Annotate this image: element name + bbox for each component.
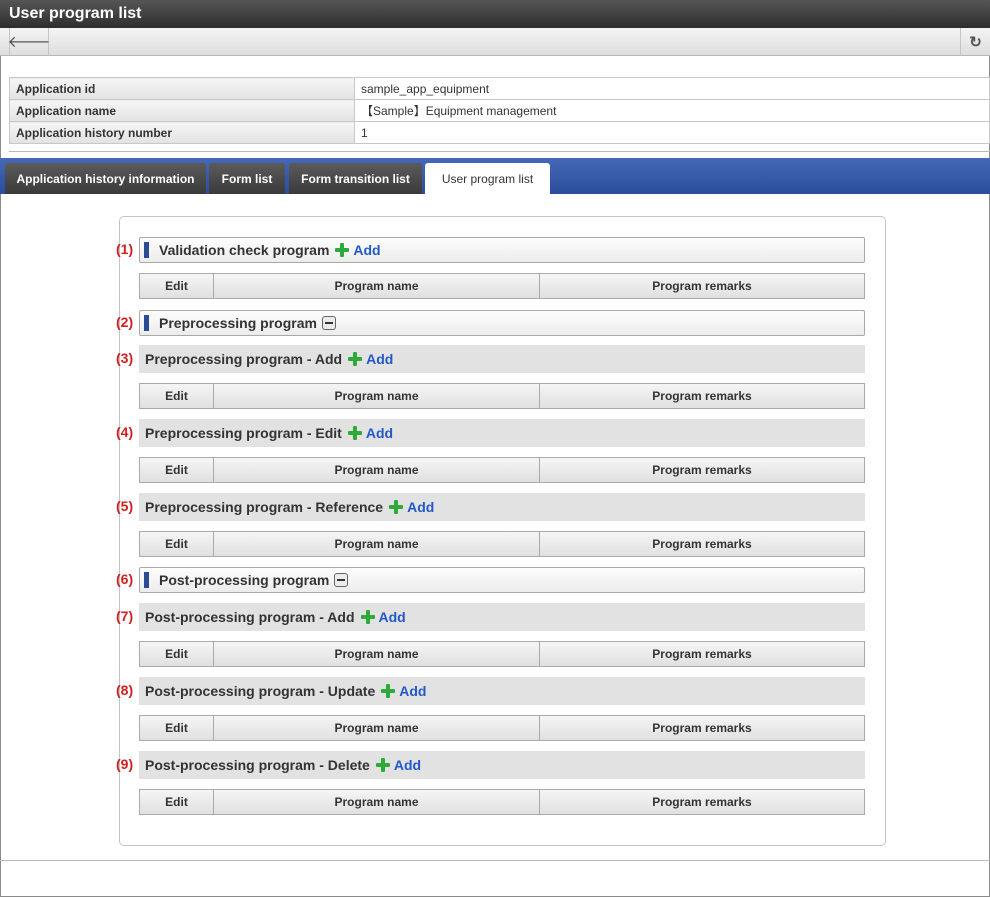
- reload-icon: ↻: [969, 33, 982, 51]
- annotation-number: (7): [116, 608, 134, 624]
- column-edit: Edit: [140, 458, 214, 482]
- section-preprocessing-edit: Preprocessing program - Edit Add: [139, 419, 865, 447]
- column-program-remarks: Program remarks: [652, 721, 752, 735]
- tab-user-program-list[interactable]: User program list: [425, 163, 550, 194]
- section-preprocessing-reference: Preprocessing program - Reference Add: [139, 493, 865, 521]
- info-value: 1: [354, 121, 990, 144]
- plus-icon[interactable]: [389, 500, 404, 514]
- info-value: sample_app_equipment: [354, 77, 990, 100]
- column-program-name: Program name: [214, 642, 540, 666]
- info-label: Application history number: [9, 121, 355, 144]
- annotation-number: (9): [116, 756, 134, 772]
- section-preprocessing-add: Preprocessing program - Add Add: [139, 345, 865, 373]
- add-link[interactable]: Add: [399, 683, 426, 699]
- program-table-header: Edit Program name Program remarks: [139, 789, 865, 815]
- program-table-header: Edit Program name Program remarks: [139, 715, 865, 741]
- plus-icon[interactable]: [335, 243, 350, 257]
- section-preprocessing-program: Preprocessing program: [139, 310, 865, 336]
- column-program-name: Program name: [214, 790, 540, 814]
- column-program-remarks: Program remarks: [652, 279, 752, 293]
- collapse-icon[interactable]: [334, 573, 349, 587]
- annotation-number: (4): [116, 424, 134, 440]
- section-title: Preprocessing program - Reference: [145, 499, 384, 515]
- info-row-application-name: Application name 【Sample】Equipment manag…: [9, 99, 990, 122]
- section-title: Preprocessing program - Add: [145, 351, 343, 367]
- column-program-name: Program name: [214, 716, 540, 740]
- annotation-number: (8): [116, 682, 134, 698]
- section-marker: [144, 572, 149, 588]
- add-link[interactable]: Add: [379, 609, 406, 625]
- section-title: Preprocessing program: [159, 315, 317, 331]
- window-title: User program list: [0, 0, 990, 28]
- arrow-left-icon: 🡐: [7, 34, 51, 51]
- annotation-number: (6): [116, 571, 134, 587]
- column-edit: Edit: [140, 274, 214, 298]
- column-program-remarks: Program remarks: [652, 537, 752, 551]
- info-row-history-number: Application history number 1: [9, 121, 990, 144]
- column-program-remarks: Program remarks: [652, 795, 752, 809]
- section-title: Preprocessing program - Edit: [145, 425, 342, 441]
- column-edit: Edit: [140, 716, 214, 740]
- column-program-remarks: Program remarks: [652, 463, 752, 477]
- section-title: Post-processing program: [159, 572, 330, 588]
- application-info-table: Application id sample_app_equipment Appl…: [9, 77, 990, 144]
- section-marker: [144, 242, 149, 258]
- column-program-name: Program name: [214, 274, 540, 298]
- tab-form-list[interactable]: Form list: [209, 163, 285, 194]
- plus-icon[interactable]: [348, 352, 363, 366]
- reload-button[interactable]: ↻: [960, 28, 990, 55]
- program-table-header: Edit Program name Program remarks: [139, 531, 865, 557]
- tab-bar: Application history information Form lis…: [0, 158, 990, 194]
- info-row-application-id: Application id sample_app_equipment: [9, 77, 990, 100]
- plus-icon[interactable]: [375, 758, 390, 772]
- section-title: Post-processing program - Delete: [145, 757, 370, 773]
- back-button[interactable]: 🡐: [7, 28, 51, 55]
- add-link[interactable]: Add: [394, 757, 421, 773]
- section-post-processing-program: Post-processing program: [139, 567, 865, 593]
- info-label: Application id: [9, 77, 355, 100]
- section-post-processing-add: Post-processing program - Add Add: [139, 603, 865, 631]
- column-edit: Edit: [140, 384, 214, 408]
- collapse-icon[interactable]: [321, 316, 336, 330]
- section-title: Validation check program: [159, 242, 330, 258]
- plus-icon[interactable]: [360, 610, 375, 624]
- tab-form-transition-list[interactable]: Form transition list: [289, 163, 422, 194]
- column-program-remarks: Program remarks: [652, 389, 752, 403]
- section-title: Post-processing program - Add: [145, 609, 355, 625]
- column-program-name: Program name: [214, 384, 540, 408]
- column-program-remarks: Program remarks: [652, 647, 752, 661]
- annotation-number: (2): [116, 314, 134, 330]
- add-link[interactable]: Add: [407, 499, 434, 515]
- divider: [0, 860, 990, 861]
- section-post-processing-delete: Post-processing program - Delete Add: [139, 751, 865, 779]
- program-table-header: Edit Program name Program remarks: [139, 457, 865, 483]
- annotation-number: (1): [116, 241, 134, 257]
- column-program-name: Program name: [214, 458, 540, 482]
- program-table-header: Edit Program name Program remarks: [139, 641, 865, 667]
- toolbar: 🡐 ↻: [0, 28, 990, 56]
- tab-application-history-information[interactable]: Application history information: [5, 163, 206, 194]
- program-table-header: Edit Program name Program remarks: [139, 383, 865, 409]
- annotation-number: (5): [116, 498, 134, 514]
- add-link[interactable]: Add: [366, 351, 393, 367]
- plus-icon[interactable]: [347, 426, 362, 440]
- section-title: Post-processing program - Update: [145, 683, 376, 699]
- annotation-number: (3): [116, 350, 134, 366]
- section-marker: [144, 315, 149, 331]
- column-edit: Edit: [140, 642, 214, 666]
- column-edit: Edit: [140, 790, 214, 814]
- plus-icon[interactable]: [381, 684, 396, 698]
- column-edit: Edit: [140, 532, 214, 556]
- info-value: 【Sample】Equipment management: [354, 99, 990, 122]
- add-link[interactable]: Add: [353, 242, 380, 258]
- info-label: Application name: [9, 99, 355, 122]
- section-post-processing-update: Post-processing program - Update Add: [139, 677, 865, 705]
- column-program-name: Program name: [214, 532, 540, 556]
- section-validation-check-program: Validation check program Add: [139, 237, 865, 263]
- divider: [9, 151, 990, 152]
- add-link[interactable]: Add: [366, 425, 393, 441]
- program-table-header: Edit Program name Program remarks: [139, 273, 865, 299]
